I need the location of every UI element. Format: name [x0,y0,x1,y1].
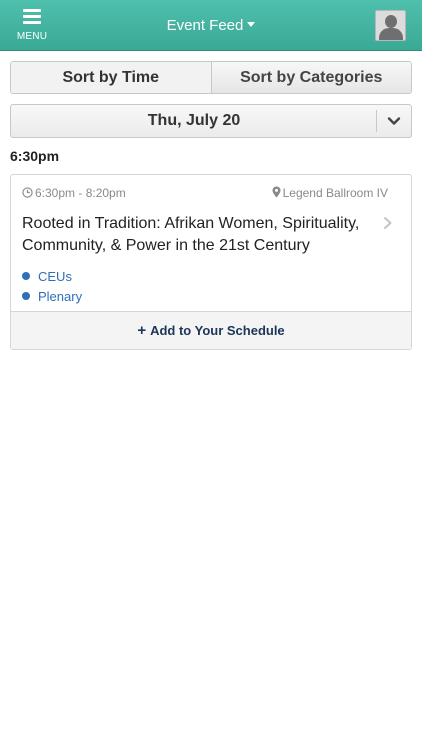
tag-ceus[interactable]: CEUs [22,266,82,286]
event-meta: 6:30pm - 8:20pm Legend Ballroom IV [22,186,402,202]
sort-segmented-control: Sort by Time Sort by Categories [10,61,412,94]
page-title: Event Feed [166,17,244,34]
tag-label: Plenary [38,288,83,304]
clock-icon [22,187,33,198]
time-group-heading: 6:30pm [10,148,60,164]
tag-dot-icon [22,292,30,300]
event-location-label: Legend Ballroom IV [282,186,388,200]
tag-label: CEUs [38,268,72,284]
tag-plenary[interactable]: Plenary [22,286,82,306]
profile-avatar-button[interactable] [375,10,406,41]
sort-by-categories-tab[interactable]: Sort by Categories [210,62,411,93]
map-pin-icon [272,186,281,198]
tag-dot-icon [22,272,30,280]
add-to-schedule-label: Add to Your Schedule [150,323,285,338]
date-selector-divider [376,110,377,132]
plus-icon: + [137,322,147,339]
date-selector[interactable]: Thu, July 20 [10,104,412,138]
event-tags: CEUs Plenary [22,266,82,306]
selected-date: Thu, July 20 [147,112,241,129]
event-card: 6:30pm - 8:20pm Legend Ballroom IV Roote… [10,174,412,350]
event-feed-dropdown[interactable]: Event Feed [0,17,422,34]
caret-down-icon [247,22,256,27]
sort-by-time-tab[interactable]: Sort by Time [11,62,211,93]
event-title[interactable]: Rooted in Tradition: Afrikan Women, Spir… [22,213,367,257]
event-time: 6:30pm - 8:20pm [22,186,126,200]
chevron-down-icon [387,117,401,125]
add-to-schedule-button[interactable]: + Add to Your Schedule [11,311,411,349]
top-nav-bar: MENU Event Feed [0,0,422,51]
chevron-right-icon[interactable] [383,216,393,230]
event-time-range: 6:30pm - 8:20pm [35,186,126,200]
event-location: Legend Ballroom IV [272,186,388,200]
